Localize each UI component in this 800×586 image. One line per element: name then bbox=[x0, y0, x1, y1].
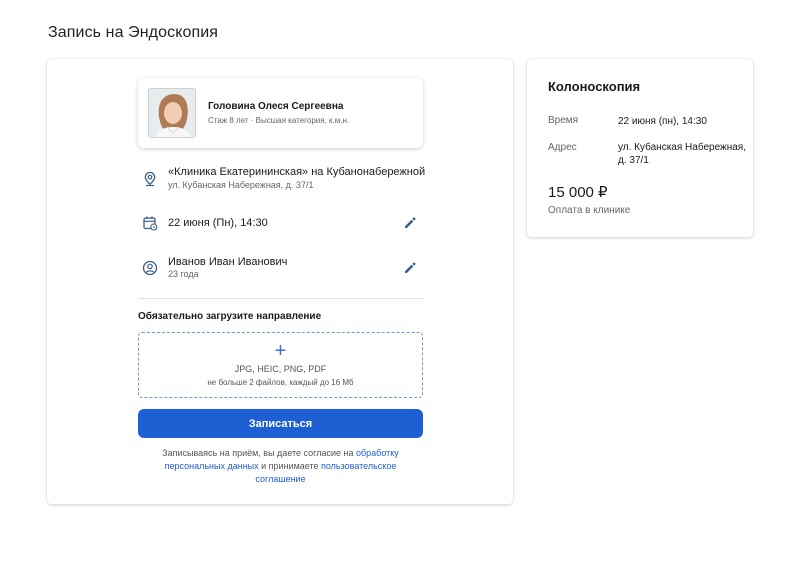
clinic-address: ул. Кубанская Набережная, д. 37/1 bbox=[168, 180, 314, 190]
address-value: ул. Кубанская Набережная, д. 37/1 bbox=[618, 142, 746, 166]
doctor-name: Головина Олеся Сергеевна bbox=[208, 101, 344, 112]
time-value: 22 июня (пн), 14:30 bbox=[618, 116, 707, 127]
consent-part2: и принимаете bbox=[258, 461, 321, 471]
edit-datetime-pencil-icon[interactable] bbox=[403, 216, 417, 230]
location-pin-icon bbox=[144, 171, 156, 187]
plus-icon: + bbox=[274, 340, 287, 362]
doctor-avatar bbox=[148, 88, 196, 138]
doctor-meta: Стаж 8 лет · Высшая категория, к.м.н. bbox=[208, 116, 350, 125]
clinic-name: «Клиника Екатерининская» на Кубанонабере… bbox=[168, 166, 426, 178]
upload-title: Обязательно загрузите направление bbox=[138, 311, 322, 322]
submit-button[interactable]: Записаться bbox=[138, 409, 423, 438]
payment-note: Оплата в клинике bbox=[548, 205, 631, 216]
section-divider bbox=[138, 298, 423, 299]
upload-file-limit: не больше 2 файлов, каждый до 16 Мб bbox=[207, 378, 354, 387]
edit-patient-pencil-icon[interactable] bbox=[403, 261, 417, 275]
doctor-card: Головина Олеся Сергеевна Стаж 8 лет · Вы… bbox=[138, 78, 423, 148]
time-label: Время bbox=[548, 115, 579, 126]
consent-text: Записываясь на приём, вы даете согласие … bbox=[148, 447, 413, 486]
doctor-photo bbox=[149, 89, 195, 137]
service-title: Колоноскопия bbox=[548, 79, 641, 94]
upload-file-types: JPG, HEIC, PNG, PDF bbox=[234, 364, 327, 374]
upload-dropzone[interactable]: + JPG, HEIC, PNG, PDF не больше 2 файлов… bbox=[138, 332, 423, 398]
patient-name: Иванов Иван Иванович bbox=[168, 256, 288, 268]
consent-part1: Записываясь на приём, вы даете согласие … bbox=[162, 448, 357, 458]
page-title: Запись на Эндоскопия bbox=[48, 24, 219, 41]
appointment-datetime: 22 июня (Пн), 14:30 bbox=[168, 217, 268, 229]
user-circle-icon bbox=[142, 260, 158, 276]
calendar-icon bbox=[143, 216, 158, 231]
patient-age: 23 года bbox=[168, 269, 199, 279]
address-label: Адрес bbox=[548, 142, 577, 153]
price: 15 000 ₽ bbox=[548, 184, 608, 201]
